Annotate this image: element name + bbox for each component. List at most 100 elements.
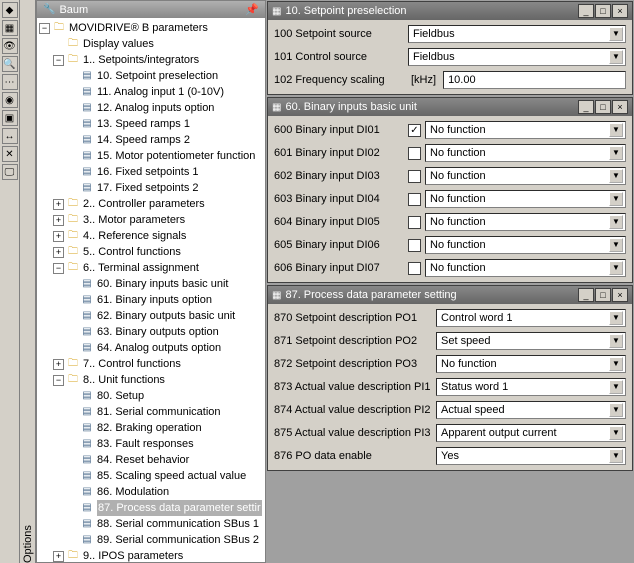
maximize-button[interactable]: □ (595, 100, 611, 114)
tree-item[interactable]: ▤82. Braking operation (67, 420, 265, 436)
maximize-button[interactable]: □ (595, 4, 611, 18)
chevron-down-icon[interactable]: ▼ (609, 123, 623, 137)
tree-item[interactable]: ▤88. Serial communication SBus 1 (67, 516, 265, 532)
checkbox[interactable]: ✓ (408, 124, 421, 137)
dropdown[interactable]: No function▼ (436, 355, 626, 373)
dropdown[interactable]: Apparent output current▼ (436, 424, 626, 442)
tool-button-1[interactable]: ◆ (2, 2, 18, 18)
panel-title-bar[interactable]: ▦10. Setpoint preselection_□× (268, 2, 632, 20)
tool-button-6[interactable]: ◉ (2, 92, 18, 108)
tree-item[interactable]: ▤13. Speed ramps 1 (67, 116, 265, 132)
tree-item[interactable]: ▤64. Analog outputs option (67, 340, 265, 356)
tree-item[interactable]: +🗀3.. Motor parameters (53, 212, 265, 228)
expand-icon[interactable]: + (53, 231, 64, 242)
chevron-down-icon[interactable]: ▼ (609, 380, 623, 394)
options-sidebar[interactable]: Options (20, 0, 36, 563)
dropdown[interactable]: No function▼ (425, 167, 626, 185)
checkbox[interactable] (408, 239, 421, 252)
tool-button-5[interactable]: ⋯ (2, 74, 18, 90)
expand-icon[interactable]: + (53, 551, 64, 562)
chevron-down-icon[interactable]: ▼ (609, 169, 623, 183)
chevron-down-icon[interactable]: ▼ (609, 261, 623, 275)
chevron-down-icon[interactable]: ▼ (609, 426, 623, 440)
dropdown[interactable]: No function▼ (425, 144, 626, 162)
dropdown[interactable]: No function▼ (425, 213, 626, 231)
panel-title-bar[interactable]: ▦87. Process data parameter setting_□× (268, 286, 632, 304)
tree-item[interactable]: ▤80. Setup (67, 388, 265, 404)
chevron-down-icon[interactable]: ▼ (609, 449, 623, 463)
dropdown[interactable]: Set speed▼ (436, 332, 626, 350)
chevron-down-icon[interactable]: ▼ (609, 215, 623, 229)
checkbox[interactable] (408, 193, 421, 206)
dropdown[interactable]: No function▼ (425, 259, 626, 277)
tree-item[interactable]: ▤63. Binary outputs option (67, 324, 265, 340)
tree-item[interactable]: +🗀2.. Controller parameters (53, 196, 265, 212)
chevron-down-icon[interactable]: ▼ (609, 146, 623, 160)
tree-item[interactable]: ▤10. Setpoint preselection (67, 68, 265, 84)
tree-item[interactable]: ▤89. Serial communication SBus 2 (67, 532, 265, 548)
collapse-icon[interactable]: − (53, 263, 64, 274)
tree-item[interactable]: −🗀8.. Unit functions (53, 372, 265, 388)
close-button[interactable]: × (612, 288, 628, 302)
chevron-down-icon[interactable]: ▼ (609, 238, 623, 252)
tree-item[interactable]: −🗀6.. Terminal assignment (53, 260, 265, 276)
checkbox[interactable] (408, 262, 421, 275)
dropdown[interactable]: Status word 1▼ (436, 378, 626, 396)
tree-item[interactable]: +🗀7.. Control functions (53, 356, 265, 372)
tree-item[interactable]: ▤86. Modulation (67, 484, 265, 500)
dropdown[interactable]: No function▼ (425, 121, 626, 139)
tool-button-7[interactable]: ▣ (2, 110, 18, 126)
checkbox[interactable] (408, 216, 421, 229)
tree-item[interactable]: ▤87. Process data parameter settir (67, 500, 265, 516)
close-button[interactable]: × (612, 4, 628, 18)
minimize-button[interactable]: _ (578, 4, 594, 18)
tree-item[interactable]: ▤81. Serial communication (67, 404, 265, 420)
dropdown[interactable]: Control word 1▼ (436, 309, 626, 327)
dropdown[interactable]: Yes▼ (436, 447, 626, 465)
tree-item[interactable]: ▤11. Analog input 1 (0-10V) (67, 84, 265, 100)
tool-button-9[interactable]: ✕ (2, 146, 18, 162)
chevron-down-icon[interactable]: ▼ (609, 50, 623, 64)
dropdown[interactable]: Actual speed▼ (436, 401, 626, 419)
checkbox[interactable] (408, 147, 421, 160)
minimize-button[interactable]: _ (578, 288, 594, 302)
expand-icon[interactable]: + (53, 359, 64, 370)
tree-item[interactable]: ▤83. Fault responses (67, 436, 265, 452)
tree-body[interactable]: −🗀MOVIDRIVE® B parameters🗀Display values… (37, 18, 265, 562)
collapse-icon[interactable]: − (53, 55, 64, 66)
panel-title-bar[interactable]: ▦60. Binary inputs basic unit_□× (268, 98, 632, 116)
dropdown[interactable]: No function▼ (425, 190, 626, 208)
chevron-down-icon[interactable]: ▼ (609, 192, 623, 206)
chevron-down-icon[interactable]: ▼ (609, 403, 623, 417)
dropdown[interactable]: No function▼ (425, 236, 626, 254)
tree-item[interactable]: +🗀5.. Control functions (53, 244, 265, 260)
expand-icon[interactable]: + (53, 199, 64, 210)
tool-button-4[interactable]: 🔍 (2, 56, 18, 72)
dropdown[interactable]: Fieldbus▼ (408, 25, 626, 43)
expand-icon[interactable]: + (53, 215, 64, 226)
tree-item[interactable]: 🗀Display values (53, 36, 265, 52)
tree-item[interactable]: ▤17. Fixed setpoints 2 (67, 180, 265, 196)
tree-item[interactable]: ▤15. Motor potentiometer function (67, 148, 265, 164)
tree-title-bar[interactable]: 🔧 Baum 📌 (37, 1, 265, 18)
collapse-icon[interactable]: − (39, 23, 50, 34)
tool-button-10[interactable]: 🖵 (2, 164, 18, 180)
tool-button-3[interactable]: 👁 (2, 38, 18, 54)
tree-item[interactable]: +🗀9.. IPOS parameters (53, 548, 265, 562)
chevron-down-icon[interactable]: ▼ (609, 334, 623, 348)
tree-item[interactable]: ▤60. Binary inputs basic unit (67, 276, 265, 292)
tree-item[interactable]: ▤61. Binary inputs option (67, 292, 265, 308)
tree-item[interactable]: ▤12. Analog inputs option (67, 100, 265, 116)
tree-item[interactable]: ▤14. Speed ramps 2 (67, 132, 265, 148)
tree-item[interactable]: −🗀1.. Setpoints/integrators (53, 52, 265, 68)
tree-pin-icon[interactable]: 📌 (245, 3, 259, 16)
chevron-down-icon[interactable]: ▼ (609, 27, 623, 41)
minimize-button[interactable]: _ (578, 100, 594, 114)
collapse-icon[interactable]: − (53, 375, 64, 386)
chevron-down-icon[interactable]: ▼ (609, 311, 623, 325)
tree-item[interactable]: ▤84. Reset behavior (67, 452, 265, 468)
tree-item[interactable]: +🗀4.. Reference signals (53, 228, 265, 244)
checkbox[interactable] (408, 170, 421, 183)
chevron-down-icon[interactable]: ▼ (609, 357, 623, 371)
tree-item[interactable]: ▤62. Binary outputs basic unit (67, 308, 265, 324)
